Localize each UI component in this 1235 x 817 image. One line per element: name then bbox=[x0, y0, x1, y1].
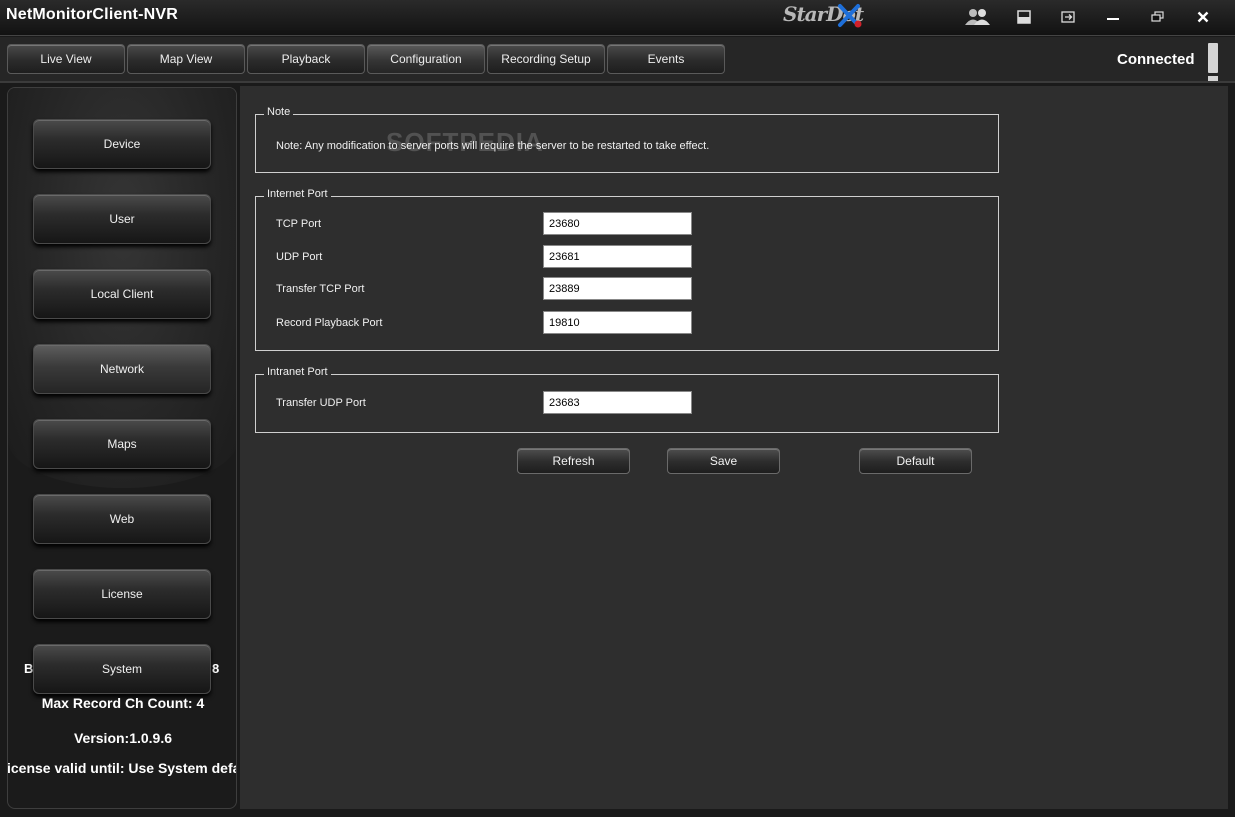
main-tab-bar: Live View Map View Playback Configuratio… bbox=[0, 37, 1235, 83]
layout-icon[interactable] bbox=[1010, 6, 1038, 28]
version-info: Version:1.0.9.6 bbox=[73, 730, 173, 746]
intranet-port-group: Intranet Port Transfer UDP Port bbox=[255, 366, 999, 433]
tab-recording-setup[interactable]: Recording Setup bbox=[487, 44, 605, 74]
sidebar-item-device[interactable]: Device bbox=[33, 119, 211, 169]
udp-port-label: UDP Port bbox=[276, 251, 323, 263]
status-indicator-icon bbox=[1208, 43, 1218, 73]
tab-map-view[interactable]: Map View bbox=[127, 44, 245, 74]
note-group-legend: Note bbox=[264, 106, 294, 118]
transfer-udp-port-label: Transfer UDP Port bbox=[276, 397, 366, 409]
tcp-port-label: TCP Port bbox=[276, 218, 322, 230]
transfer-tcp-port-input[interactable] bbox=[543, 277, 692, 300]
close-icon[interactable] bbox=[1189, 6, 1217, 28]
record-playback-port-label: Record Playback Port bbox=[276, 317, 383, 329]
tcp-port-input[interactable] bbox=[543, 212, 692, 235]
sidebar-item-web[interactable]: Web bbox=[33, 494, 211, 544]
refresh-button[interactable]: Refresh bbox=[517, 448, 630, 474]
config-sidebar: Device User Local Client Network Maps We… bbox=[7, 87, 237, 809]
sidebar-item-local-client[interactable]: Local Client bbox=[33, 269, 211, 319]
tab-playback[interactable]: Playback bbox=[247, 44, 365, 74]
tab-events[interactable]: Events bbox=[607, 44, 725, 74]
sidebar-item-system[interactable]: System bbox=[33, 644, 211, 694]
tab-live-view[interactable]: Live View bbox=[7, 44, 125, 74]
network-config-panel: Note SOFTPEDIA Note: Any modification to… bbox=[240, 86, 1228, 809]
internet-port-group: Internet Port TCP Port UDP Port Transfer… bbox=[255, 188, 999, 351]
internet-port-legend: Internet Port bbox=[264, 188, 331, 200]
intranet-port-legend: Intranet Port bbox=[264, 366, 331, 378]
record-playback-port-input[interactable] bbox=[543, 311, 692, 334]
save-button[interactable]: Save bbox=[667, 448, 780, 474]
note-group: Note SOFTPEDIA Note: Any modification to… bbox=[255, 106, 999, 173]
app-title: NetMonitorClient-NVR bbox=[6, 6, 178, 23]
license-info: icense valid until: Use System defau bbox=[7, 760, 237, 776]
info-text-partial-left: B bbox=[24, 661, 34, 676]
status-indicator-dot bbox=[1208, 76, 1218, 81]
sidebar-item-user[interactable]: User bbox=[33, 194, 211, 244]
info-text-partial-right: 8 bbox=[212, 661, 220, 676]
minimize-icon[interactable] bbox=[1099, 6, 1127, 28]
udp-port-input[interactable] bbox=[543, 245, 692, 268]
transfer-tcp-port-label: Transfer TCP Port bbox=[276, 283, 365, 295]
title-bar: NetMonitorClient-NVR StarDot bbox=[0, 0, 1235, 36]
tab-configuration[interactable]: Configuration bbox=[367, 44, 485, 74]
default-button[interactable]: Default bbox=[859, 448, 972, 474]
note-text: Note: Any modification to server ports w… bbox=[276, 140, 710, 152]
stardot-x-logo-icon bbox=[838, 4, 862, 28]
sidebar-item-maps[interactable]: Maps bbox=[33, 419, 211, 469]
users-icon[interactable] bbox=[962, 6, 994, 28]
connection-status: Connected bbox=[1117, 51, 1195, 68]
sidebar-item-network[interactable]: Network bbox=[33, 344, 211, 394]
logout-icon[interactable] bbox=[1055, 6, 1083, 28]
transfer-udp-port-input[interactable] bbox=[543, 391, 692, 414]
restore-icon[interactable] bbox=[1144, 6, 1172, 28]
max-record-count: Max Record Ch Count: 4 bbox=[41, 695, 205, 711]
sidebar-item-license[interactable]: License bbox=[33, 569, 211, 619]
